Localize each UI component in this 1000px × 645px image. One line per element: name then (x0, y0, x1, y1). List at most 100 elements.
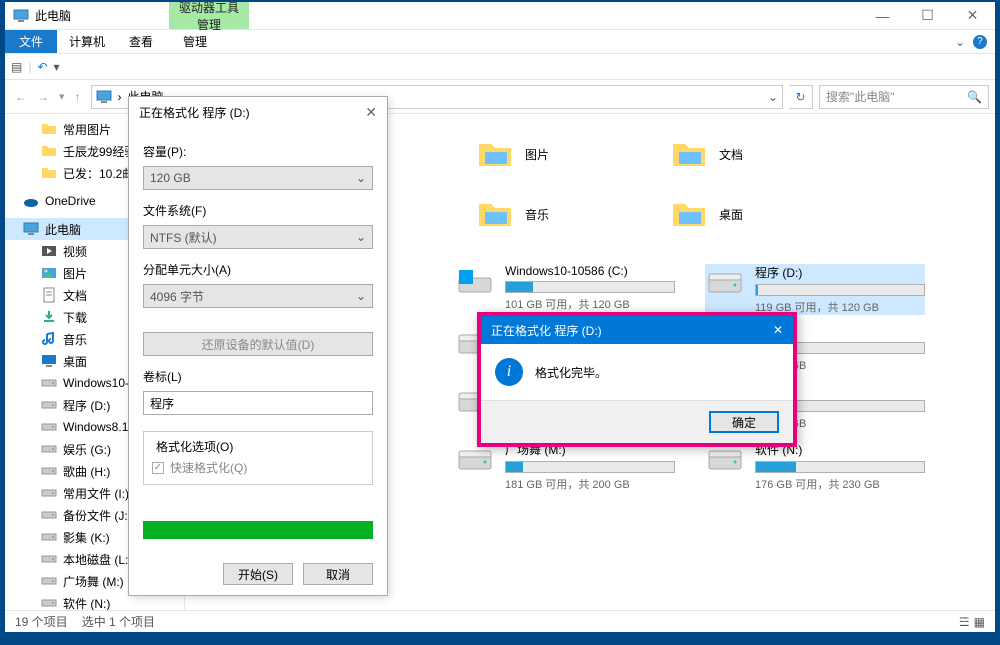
drive-icon (41, 441, 57, 457)
pc-icon (96, 89, 112, 105)
undo-icon[interactable]: ↶ (37, 60, 47, 74)
drive-icon (41, 573, 57, 589)
quick-format-checkbox[interactable]: ✓ 快速格式化(Q) (152, 459, 364, 476)
drive-icon (41, 551, 57, 567)
search-icon: 🔍 (967, 90, 982, 104)
folder-icon (669, 194, 709, 234)
msgbox-title: 正在格式化 程序 (D:) (491, 322, 602, 339)
view-details-icon[interactable]: ☰ (959, 615, 970, 629)
format-complete-msgbox: 正在格式化 程序 (D:) ✕ i 格式化完毕。 确定 (477, 312, 797, 447)
format-dialog-title: 正在格式化 程序 (D:) (139, 104, 250, 121)
pc-icon (13, 8, 29, 24)
volume-label-input[interactable]: 程序 (143, 391, 373, 415)
drive-item[interactable]: 程序 (D:)119 GB 可用，共 120 GB (705, 264, 925, 315)
drive-usage-bar (505, 461, 675, 473)
pc-icon (23, 221, 39, 237)
pictures-icon (41, 265, 57, 281)
drive-item[interactable]: 软件 (N:)176 GB 可用，共 230 GB (705, 441, 925, 492)
format-progress-bar (143, 521, 373, 539)
chevron-down-icon: ⌄ (356, 289, 366, 303)
drive-icon (41, 507, 57, 523)
filesystem-label: 文件系统(F) (143, 202, 373, 219)
quick-access-toolbar: ▤ | ↶ ▾ (5, 54, 995, 80)
video-icon (41, 243, 57, 259)
library-item[interactable]: 文档 (669, 134, 743, 174)
cancel-button[interactable]: 取消 (303, 563, 373, 585)
nav-recent-icon[interactable]: ▾ (59, 90, 65, 104)
window-title: 此电脑 (35, 7, 71, 24)
info-icon: i (495, 358, 523, 386)
format-dialog: 正在格式化 程序 (D:) ✕ 容量(P): 120 GB⌄ 文件系统(F) N… (128, 96, 388, 596)
filesystem-select[interactable]: NTFS (默认)⌄ (143, 225, 373, 249)
drive-icon (41, 375, 57, 391)
ok-button[interactable]: 确定 (709, 411, 779, 433)
search-placeholder: 搜索"此电脑" (826, 88, 895, 105)
capacity-select[interactable]: 120 GB⌄ (143, 166, 373, 190)
refresh-button[interactable]: ↻ (789, 85, 813, 109)
drive-usage-bar (755, 461, 925, 473)
maximize-button[interactable]: ☐ (905, 2, 950, 29)
msgbox-text: 格式化完毕。 (535, 364, 607, 381)
status-selected: 选中 1 个项目 (82, 613, 155, 630)
format-close-button[interactable]: ✕ (365, 104, 377, 121)
properties-icon[interactable]: ▤ (11, 60, 22, 74)
drive-item[interactable]: 广场舞 (M:)181 GB 可用，共 200 GB (455, 441, 675, 492)
titlebar: 此电脑 驱动器工具 管理 — ☐ × (5, 2, 995, 30)
drive-usage-bar (505, 281, 675, 293)
tab-file[interactable]: 文件 (5, 30, 57, 53)
start-button[interactable]: 开始(S) (223, 563, 293, 585)
folder-icon (41, 121, 57, 137)
folder-icon (669, 134, 709, 174)
nav-back-icon[interactable]: ← (15, 90, 27, 104)
folder-icon (475, 194, 515, 234)
statusbar: 19 个项目 选中 1 个项目 ☰ ▦ (5, 610, 995, 632)
volume-label-label: 卷标(L) (143, 368, 373, 385)
qat-dropdown-icon[interactable]: ▾ (54, 60, 60, 74)
capacity-label: 容量(P): (143, 143, 373, 160)
drive-icon (41, 419, 57, 435)
nav-up-icon[interactable]: ↑ (75, 90, 81, 104)
drive-icon (41, 529, 57, 545)
chevron-down-icon: ⌄ (356, 230, 366, 244)
docs-icon (41, 287, 57, 303)
drive-usage-bar (755, 284, 925, 296)
folder-icon (41, 143, 57, 159)
library-item[interactable]: 音乐 (475, 194, 549, 234)
minimize-button[interactable]: — (860, 2, 905, 29)
drive-icon (41, 397, 57, 413)
drive-icon (455, 264, 495, 304)
drive-icon (41, 595, 57, 610)
ribbon-tabs: 文件 计算机 查看 管理 ⌄ ? (5, 30, 995, 54)
chevron-down-icon: ⌄ (356, 171, 366, 185)
tab-view[interactable]: 查看 (117, 30, 165, 53)
expand-ribbon-icon[interactable]: ⌄ (955, 35, 965, 49)
library-item[interactable]: 桌面 (669, 194, 743, 234)
view-large-icon[interactable]: ▦ (974, 615, 985, 629)
tab-computer[interactable]: 计算机 (57, 30, 117, 53)
library-item[interactable]: 图片 (475, 134, 549, 174)
drive-icon (705, 264, 745, 304)
nav-forward-icon[interactable]: → (37, 90, 49, 104)
drive-icon (41, 485, 57, 501)
tab-manage[interactable]: 管理 (169, 30, 221, 53)
desktop-icon (41, 353, 57, 369)
drive-icon (41, 463, 57, 479)
music-icon (41, 331, 57, 347)
help-icon[interactable]: ? (973, 35, 987, 49)
restore-defaults-button[interactable]: 还原设备的默认值(D) (143, 332, 373, 356)
status-item-count: 19 个项目 (15, 613, 68, 630)
allocation-select[interactable]: 4096 字节⌄ (143, 284, 373, 308)
download-icon (41, 309, 57, 325)
folder-icon (41, 165, 57, 181)
search-input[interactable]: 搜索"此电脑" 🔍 (819, 85, 989, 109)
ribbon-drive-tools[interactable]: 驱动器工具 管理 (169, 2, 249, 29)
drive-icon (455, 441, 495, 481)
format-options-group: 格式化选项(O) ✓ 快速格式化(Q) (143, 431, 373, 485)
msgbox-close-button[interactable]: ✕ (773, 323, 783, 337)
drive-item[interactable]: Windows10-10586 (C:)101 GB 可用，共 120 GB (455, 264, 675, 315)
breadcrumb-dropdown-icon[interactable]: ⌄ (768, 90, 778, 104)
drive-icon (705, 441, 745, 481)
folder-icon (475, 134, 515, 174)
close-button[interactable]: × (950, 2, 995, 29)
onedrive-icon (23, 193, 39, 209)
